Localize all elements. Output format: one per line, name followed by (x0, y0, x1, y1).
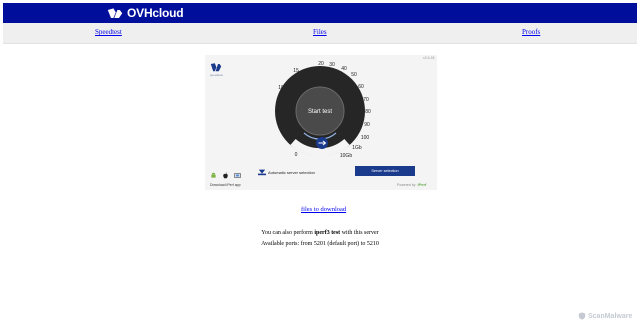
widget-logo-subtitle: speedtest (210, 73, 224, 77)
brand-name: OVHcloud (127, 6, 184, 20)
widget-footer: Download iPerf app Automatic server sele… (205, 165, 437, 190)
ovhcloud-logo[interactable]: OVHcloud (107, 6, 184, 20)
gauge-tick-label: 20 (318, 61, 324, 67)
iperf-info-text: You can also perform iperf3 test with th… (0, 230, 640, 236)
gauge-tick-label: 30 (329, 62, 335, 68)
powered-by-label: Powered by (397, 182, 416, 187)
server-icon (258, 169, 266, 176)
ovh-speedtest-logo-icon (210, 63, 222, 72)
gauge-tick-label: 0 (295, 152, 298, 158)
gauge-tick-label: 10 (278, 85, 284, 91)
info-suffix: with this server (340, 230, 379, 236)
gauge-tick-label: 60 (358, 84, 364, 90)
android-icon[interactable] (210, 172, 217, 179)
widget-version: v2.6.18 (423, 56, 435, 60)
files-to-download-link[interactable]: files to download (301, 206, 346, 213)
watermark: ScanMalware (578, 312, 632, 320)
start-test-label: Start test (308, 109, 332, 115)
main-navigation: Speedtest Files Proofs (3, 23, 637, 44)
speed-gauge: Start test 0 5 10 15 20 30 40 50 60 70 8… (275, 61, 371, 159)
gauge-tick-label: 50 (351, 72, 357, 78)
watermark-text: ScanMalware (588, 312, 633, 320)
nav-link-speedtest[interactable]: Speedtest (95, 28, 122, 36)
top-header-bar: OVHcloud (3, 3, 637, 23)
iperf-logo[interactable]: iPerf (417, 182, 426, 187)
info-prefix: You can also perform (261, 230, 315, 236)
gauge-tick-label: 40 (341, 66, 347, 72)
download-iperf-label: Download iPerf app (210, 183, 241, 187)
info-bold: iperf3 test (314, 230, 341, 236)
gauge-tick-label: 100 (361, 135, 370, 141)
shield-icon (578, 312, 586, 320)
windows-icon[interactable] (234, 172, 241, 179)
powered-by: Powered by iPerf (397, 182, 426, 187)
app-download-icons (210, 172, 241, 179)
apple-icon[interactable] (222, 172, 229, 179)
available-ports-text: Available ports: from 5201 (default port… (261, 241, 379, 247)
gauge-tick-label: 10Gb (340, 153, 352, 159)
gauge-tick-label: 15 (293, 68, 299, 74)
gauge-tick-label: 90 (364, 122, 370, 128)
nav-link-files[interactable]: Files (313, 28, 327, 36)
gauge-tick-label: 5 (277, 109, 280, 115)
server-selection-button[interactable]: Server selection (355, 166, 415, 176)
gauge-tick-label: 1Gb (352, 145, 362, 151)
gauge-tick-label: 80 (365, 109, 371, 115)
server-selection-label: Automatic server selection (268, 170, 315, 175)
nav-link-proofs[interactable]: Proofs (522, 28, 540, 36)
gauge-tick-label: 70 (363, 97, 369, 103)
speedtest-widget: speedtest v2.6.18 Start test 0 5 10 15 2… (205, 55, 437, 190)
ovhcloud-logo-icon (107, 7, 123, 18)
